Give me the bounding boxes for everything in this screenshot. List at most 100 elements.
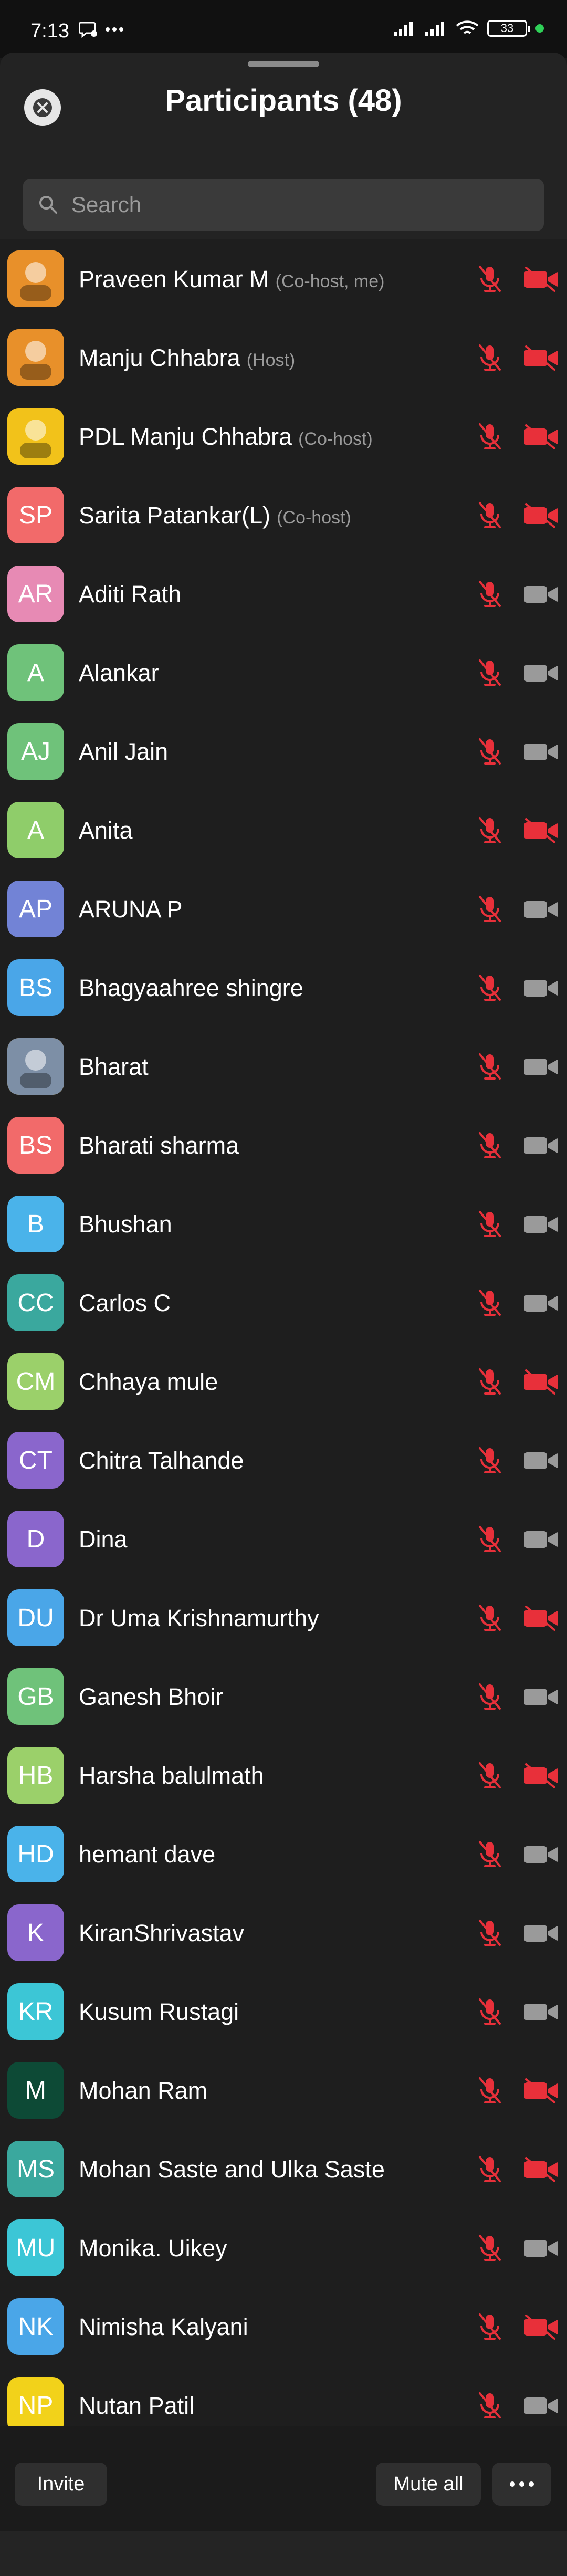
camera-off-icon[interactable] [523,1763,560,1788]
participant-row[interactable]: CC Carlos C [0,1263,567,1342]
participant-row[interactable]: PDL Manju Chhabra (Co-host) [0,397,567,476]
avatar-initials: AR [18,580,54,608]
participant-row[interactable]: MU Monika. Uikey [0,2208,567,2287]
mic-muted-icon[interactable] [475,1445,505,1475]
participant-row[interactable]: Bharat [0,1027,567,1106]
mic-muted-icon[interactable] [475,2390,505,2421]
mic-muted-icon[interactable] [475,1681,505,1712]
chat-bubble-icon [79,22,97,38]
search-input[interactable] [70,192,524,218]
camera-icon[interactable] [523,1684,560,1710]
participant-row[interactable]: BS Bharati sharma [0,1106,567,1185]
camera-icon[interactable] [523,1054,560,1080]
mic-muted-icon[interactable] [475,1287,505,1318]
participant-row[interactable]: Praveen Kumar M (Co-host, me) [0,239,567,318]
camera-icon[interactable] [523,1842,560,1867]
avatar: D [7,1511,64,1567]
avatar: HD [7,1826,64,1882]
mic-muted-icon[interactable] [475,421,505,452]
camera-icon[interactable] [523,739,560,765]
mic-muted-icon[interactable] [475,342,505,373]
invite-button[interactable]: Invite [15,2463,107,2506]
participant-row[interactable]: BS Bhagyaahree shingre [0,948,567,1027]
mic-muted-icon[interactable] [475,1603,505,1633]
mic-muted-icon[interactable] [475,736,505,767]
more-options-button[interactable] [492,2463,551,2506]
mic-muted-icon[interactable] [475,1996,505,2027]
camera-icon[interactable] [523,2393,560,2418]
participant-name: Dina [79,1526,128,1553]
camera-icon[interactable] [523,1999,560,2025]
camera-icon[interactable] [523,976,560,1001]
mic-muted-icon[interactable] [475,500,505,530]
camera-icon[interactable] [523,582,560,607]
participant-row[interactable]: AR Aditi Rath [0,554,567,633]
mic-muted-icon[interactable] [475,1839,505,1869]
camera-icon[interactable] [523,1133,560,1158]
participant-row[interactable]: CT Chitra Talhande [0,1421,567,1500]
participant-row[interactable]: SP Sarita Patankar(L) (Co-host) [0,476,567,554]
camera-icon[interactable] [523,1527,560,1552]
mic-muted-icon[interactable] [475,1051,505,1082]
camera-icon[interactable] [523,661,560,686]
participant-row[interactable]: AP ARUNA P [0,870,567,948]
participant-row[interactable]: NK Nimisha Kalyani [0,2287,567,2366]
participant-row[interactable]: B Bhushan [0,1185,567,1263]
mic-muted-icon[interactable] [475,972,505,1003]
mic-muted-icon[interactable] [475,1918,505,1948]
participant-name: Harsha balulmath [79,1762,264,1789]
mic-muted-icon[interactable] [475,894,505,924]
mic-muted-icon[interactable] [475,2233,505,2263]
participant-row[interactable]: DU Dr Uma Krishnamurthy [0,1578,567,1657]
participant-row[interactable]: A Alankar [0,633,567,712]
mute-all-button[interactable]: Mute all [376,2463,481,2506]
drag-handle[interactable] [248,61,319,67]
mic-muted-icon[interactable] [475,2075,505,2106]
participant-role: (Host) [246,350,296,370]
mic-muted-icon[interactable] [475,657,505,688]
camera-off-icon[interactable] [523,818,560,843]
participant-row[interactable]: AJ Anil Jain [0,712,567,791]
camera-icon[interactable] [523,897,560,922]
camera-off-icon[interactable] [523,503,560,528]
participant-row[interactable]: HD hemant dave [0,1815,567,1893]
participant-row[interactable]: Manju Chhabra (Host) [0,318,567,397]
participant-row[interactable]: HB Harsha balulmath [0,1736,567,1815]
camera-off-icon[interactable] [523,2157,560,2182]
participant-row[interactable]: GB Ganesh Bhoir [0,1657,567,1736]
participant-row[interactable]: M Mohan Ram [0,2051,567,2130]
participant-row[interactable]: A Anita [0,791,567,870]
participant-row[interactable]: K KiranShrivastav [0,1893,567,1972]
participant-row[interactable]: KR Kusum Rustagi [0,1972,567,2051]
mic-muted-icon[interactable] [475,1209,505,1239]
camera-icon[interactable] [523,1212,560,1237]
camera-off-icon[interactable] [523,1369,560,1395]
mic-muted-icon[interactable] [475,579,505,609]
close-button[interactable] [24,89,61,126]
participant-row[interactable]: D Dina [0,1500,567,1578]
participant-row[interactable]: CM Chhaya mule [0,1342,567,1421]
participant-name-text: Dina [79,1526,128,1553]
camera-off-icon[interactable] [523,2315,560,2340]
camera-icon[interactable] [523,1921,560,1946]
camera-icon[interactable] [523,1448,560,1473]
mic-muted-icon[interactable] [475,264,505,294]
camera-off-icon[interactable] [523,1606,560,1631]
mic-muted-icon[interactable] [475,1760,505,1790]
mic-muted-icon[interactable] [475,1524,505,1554]
mic-muted-icon[interactable] [475,2311,505,2342]
camera-icon[interactable] [523,2236,560,2261]
camera-off-icon[interactable] [523,2078,560,2103]
participant-row[interactable]: MS Mohan Saste and Ulka Saste [0,2130,567,2208]
mic-muted-icon[interactable] [475,2154,505,2184]
mic-muted-icon[interactable] [475,1366,505,1397]
camera-off-icon[interactable] [523,345,560,371]
search-field[interactable] [23,179,544,231]
participant-name-text: Nutan Patil [79,2392,195,2419]
mic-muted-icon[interactable] [475,815,505,845]
mic-muted-icon[interactable] [475,1130,505,1160]
camera-off-icon[interactable] [523,267,560,292]
camera-off-icon[interactable] [523,424,560,449]
avatar: KR [7,1983,64,2040]
camera-icon[interactable] [523,1291,560,1316]
